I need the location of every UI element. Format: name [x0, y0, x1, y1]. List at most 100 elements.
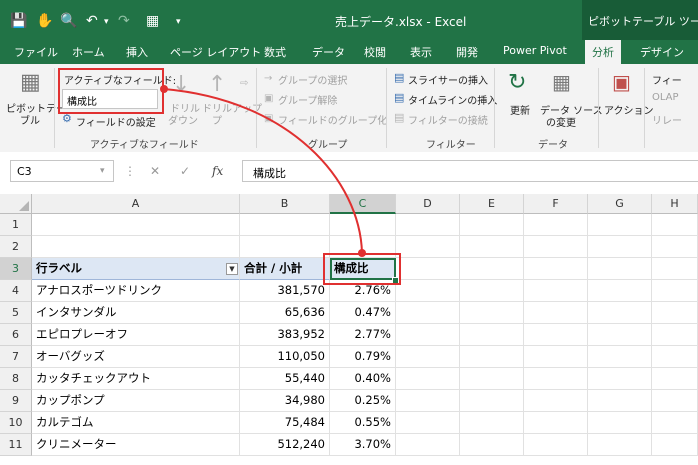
empty-cell[interactable]: [588, 280, 652, 302]
empty-cell[interactable]: [524, 412, 588, 434]
tab-view[interactable]: 表示: [410, 44, 432, 60]
tab-page-layout[interactable]: ページ レイアウト: [170, 44, 261, 60]
row-header[interactable]: 5: [0, 302, 32, 324]
empty-cell[interactable]: [524, 302, 588, 324]
empty-cell[interactable]: [460, 302, 524, 324]
cell-b[interactable]: 381,570: [240, 280, 330, 302]
empty-cell[interactable]: [460, 412, 524, 434]
cell-b[interactable]: 512,240: [240, 434, 330, 456]
tab-file[interactable]: ファイル: [14, 44, 58, 60]
touch-mode-icon[interactable]: ✋: [36, 13, 53, 29]
cell-a[interactable]: クリニメーター: [32, 434, 240, 456]
cell-c[interactable]: 3.70%: [330, 434, 396, 456]
column-header[interactable]: D: [396, 194, 460, 214]
pivot-header-cell[interactable]: 行ラベル: [32, 258, 240, 280]
empty-cell[interactable]: [652, 214, 698, 236]
empty-cell[interactable]: [460, 434, 524, 456]
empty-cell[interactable]: [524, 258, 588, 280]
empty-cell[interactable]: [652, 280, 698, 302]
empty-cell[interactable]: [524, 390, 588, 412]
tab-design[interactable]: デザイン: [640, 44, 684, 60]
empty-cell[interactable]: [652, 434, 698, 456]
cell-c[interactable]: 2.77%: [330, 324, 396, 346]
empty-cell[interactable]: [524, 434, 588, 456]
column-header[interactable]: A: [32, 194, 240, 214]
column-header[interactable]: H: [652, 194, 698, 214]
row-header[interactable]: 1: [0, 214, 32, 236]
group-selection-button[interactable]: グループの選択: [278, 72, 347, 87]
row-label-filter-dropdown-icon[interactable]: ▼: [226, 263, 238, 275]
cell-a[interactable]: カルテゴム: [32, 412, 240, 434]
row-header[interactable]: 2: [0, 236, 32, 258]
actions-button[interactable]: アクション: [604, 102, 654, 117]
empty-cell[interactable]: [524, 346, 588, 368]
drill-down-button-line2[interactable]: ダウン: [168, 112, 198, 127]
empty-cell[interactable]: [460, 280, 524, 302]
cell-a[interactable]: エピロプレーオフ: [32, 324, 240, 346]
row-header[interactable]: 10: [0, 412, 32, 434]
column-header[interactable]: C: [330, 194, 396, 214]
empty-cell[interactable]: [396, 368, 460, 390]
refresh-button[interactable]: 更新: [510, 102, 530, 117]
relationships-button[interactable]: リレー: [652, 112, 682, 127]
tab-analyze[interactable]: 分析: [585, 40, 621, 64]
tab-data[interactable]: データ: [312, 44, 345, 60]
empty-cell[interactable]: [396, 434, 460, 456]
save-icon[interactable]: 💾: [10, 13, 27, 29]
empty-cell[interactable]: [652, 258, 698, 280]
cell-b[interactable]: 65,636: [240, 302, 330, 324]
cell-c[interactable]: 0.40%: [330, 368, 396, 390]
empty-cell[interactable]: [460, 368, 524, 390]
empty-cell[interactable]: [588, 346, 652, 368]
empty-cell[interactable]: [652, 390, 698, 412]
empty-cell[interactable]: [396, 236, 460, 258]
empty-cell[interactable]: [460, 346, 524, 368]
custom-qat-icon[interactable]: ▦: [146, 13, 159, 29]
row-header[interactable]: 4: [0, 280, 32, 302]
group-field-button[interactable]: フィールドのグループ化: [278, 112, 387, 127]
active-field-input[interactable]: 構成比: [62, 89, 158, 109]
cell-a[interactable]: カッタチェックアウト: [32, 368, 240, 390]
formula-input[interactable]: 構成比: [242, 160, 698, 182]
cell-a[interactable]: アナロスポーツドリンク: [32, 280, 240, 302]
tab-developer[interactable]: 開発: [456, 44, 478, 60]
insert-timeline-button[interactable]: タイムラインの挿入: [408, 92, 497, 107]
customize-qat-icon[interactable]: ▾: [176, 17, 181, 27]
row-header[interactable]: 9: [0, 390, 32, 412]
enter-icon[interactable]: ✓: [180, 164, 190, 178]
row-header[interactable]: 7: [0, 346, 32, 368]
empty-cell[interactable]: [652, 236, 698, 258]
empty-cell[interactable]: [396, 324, 460, 346]
cancel-icon[interactable]: ✕: [150, 164, 160, 178]
tab-formulas[interactable]: 数式: [264, 44, 286, 60]
cell-a[interactable]: オーバグッズ: [32, 346, 240, 368]
ungroup-button[interactable]: グループ解除: [278, 92, 337, 107]
field-settings-button[interactable]: フィールドの設定: [76, 114, 156, 129]
select-all-corner[interactable]: [0, 194, 32, 214]
pivottable-button-line2[interactable]: ブル: [20, 112, 40, 127]
column-header[interactable]: G: [588, 194, 652, 214]
empty-cell[interactable]: [524, 236, 588, 258]
empty-cell[interactable]: [460, 214, 524, 236]
row-header[interactable]: 8: [0, 368, 32, 390]
cell-a[interactable]: インタサンダル: [32, 302, 240, 324]
row-header[interactable]: 3: [0, 258, 32, 280]
empty-cell[interactable]: [588, 258, 652, 280]
print-preview-icon[interactable]: 🔍: [60, 13, 77, 29]
empty-cell[interactable]: [588, 214, 652, 236]
cell-c[interactable]: 0.79%: [330, 346, 396, 368]
column-header[interactable]: E: [460, 194, 524, 214]
empty-cell[interactable]: [524, 280, 588, 302]
empty-cell[interactable]: [588, 434, 652, 456]
empty-cell[interactable]: [524, 324, 588, 346]
column-header[interactable]: F: [524, 194, 588, 214]
tab-power-pivot[interactable]: Power Pivot: [503, 44, 567, 57]
cell-a[interactable]: [32, 236, 240, 258]
empty-cell[interactable]: [588, 302, 652, 324]
cell-b[interactable]: 34,980: [240, 390, 330, 412]
tab-insert[interactable]: 挿入: [126, 44, 148, 60]
drill-up-button[interactable]: ドリルアップ: [202, 100, 262, 115]
filter-connections-button[interactable]: フィルターの接続: [408, 112, 488, 127]
undo-dropdown-icon[interactable]: ▾: [104, 17, 109, 27]
cell-c[interactable]: 0.55%: [330, 412, 396, 434]
